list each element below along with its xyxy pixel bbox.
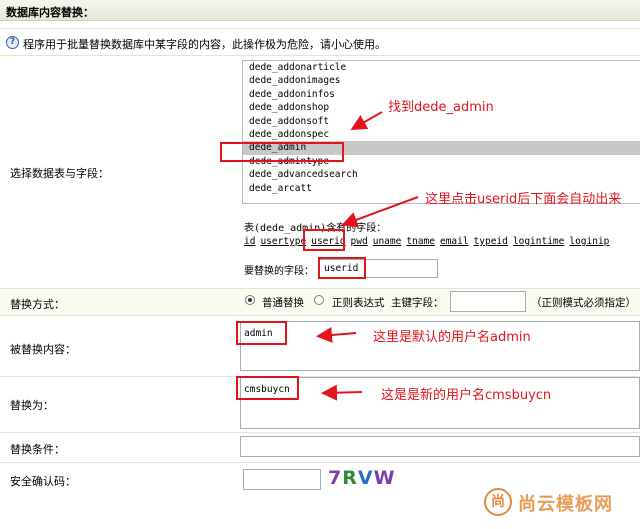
arrow-admin (316, 327, 357, 343)
arrow-find-admin (350, 111, 383, 130)
watermark-logo-icon: 尚 (484, 488, 512, 516)
watermark-text: 尚云模板网 (518, 494, 613, 515)
annotation-click-userid: 这里点击userid后下面会自动出来 (425, 192, 622, 207)
annotation-default-user: 这里是默认的用户名admin (373, 330, 531, 345)
annotation-arrows (316, 111, 419, 401)
annotation-find-admin: 找到dede_admin (388, 100, 494, 115)
arrow-cmsbuycn (321, 384, 363, 401)
annotation-new-user: 这是是新的用户名cmsbuycn (381, 388, 552, 403)
arrow-userid (341, 196, 419, 228)
